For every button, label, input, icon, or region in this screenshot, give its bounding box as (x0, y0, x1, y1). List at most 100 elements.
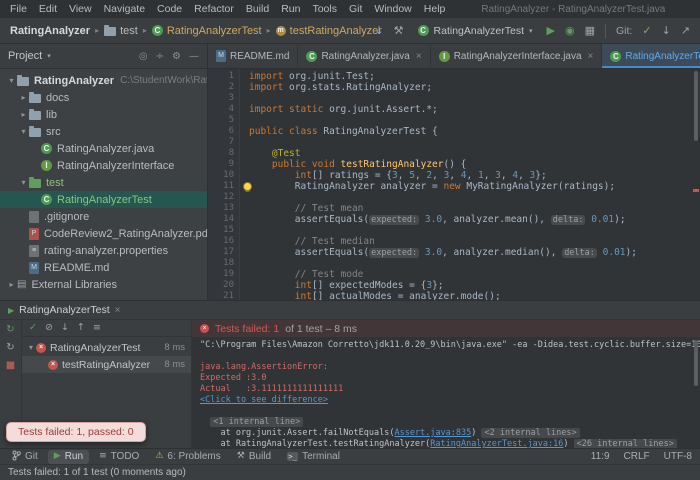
toolwindow-button-git[interactable]: Git (6, 450, 44, 464)
menu-git[interactable]: Git (343, 3, 368, 15)
show-ignored-icon[interactable]: ⊘ (45, 323, 53, 333)
editor-tab-ratinganalyzertest-java[interactable]: CRatingAnalyzerTest.java× (602, 44, 700, 68)
toolwindow-button-build[interactable]: ⚒ Build (231, 450, 277, 464)
run-icon: ▶ (53, 451, 61, 461)
chevron-down-icon[interactable]: ▾ (6, 76, 17, 85)
project-tree-item-gitignore[interactable]: .gitignore (0, 208, 207, 225)
menu-file[interactable]: File (4, 3, 33, 15)
test-result-testratinganalyzer[interactable]: × testRatingAnalyzer 8 ms (22, 356, 191, 373)
hide-panel-icon[interactable]: — (189, 51, 199, 62)
folded-lines-chip[interactable]: <26 internal lines> (573, 439, 677, 448)
console-link[interactable]: <Click to see difference> (200, 395, 328, 405)
intention-bulb-icon[interactable] (243, 182, 252, 191)
breadcrumb-testratinganalyzer[interactable]: m testRatingAnalyzer (275, 25, 382, 37)
folded-lines-chip[interactable]: <1 internal line> (210, 417, 304, 427)
tree-item-path: C:\StudentWork\RatingAnalyzer (120, 75, 207, 86)
notification-balloon[interactable]: Tests failed: 1, passed: 0 (6, 422, 146, 442)
project-tree-item-docs[interactable]: ▸ docs (0, 89, 207, 106)
chevron-down-icon[interactable]: ▾ (47, 52, 51, 60)
show-passed-icon[interactable]: ✓ (29, 323, 37, 333)
console-output[interactable]: "C:\Program Files\Amazon Corretto\jdk11.… (192, 337, 700, 448)
chevron-right-icon[interactable]: ▸ (18, 93, 29, 102)
menu-build[interactable]: Build (240, 3, 275, 15)
menu-edit[interactable]: Edit (33, 3, 63, 15)
chevron-down-icon[interactable]: ▾ (18, 127, 29, 136)
project-tree-item-lib[interactable]: ▸ lib (0, 106, 207, 123)
settings-gear-icon[interactable]: ⚙ (172, 51, 181, 62)
project-tree-item-ratinganalyzerinterface[interactable]: I RatingAnalyzerInterface (0, 157, 207, 174)
breadcrumb-test[interactable]: test (104, 24, 138, 37)
project-tree-item-test[interactable]: ▾ test (0, 174, 207, 191)
collapse-all-icon[interactable]: ÷ (156, 51, 164, 62)
menu-window[interactable]: Window (368, 3, 417, 15)
rerun-tests-icon[interactable]: ↻ (6, 325, 14, 335)
console-scrollbar[interactable] (694, 340, 698, 386)
menu-view[interactable]: View (63, 3, 98, 15)
project-tree-item-rating-analyzer-properties[interactable]: ≡ rating-analyzer.properties (0, 242, 207, 259)
stop-icon[interactable]: ■ (6, 361, 15, 371)
project-tree-item-codereview2-ratinganalyzer-pdf[interactable]: P CodeReview2_RatingAnalyzer.pdf (0, 225, 207, 242)
sort-descending-icon[interactable]: ↓ (61, 323, 69, 333)
menu-refactor[interactable]: Refactor (188, 3, 240, 15)
rerun-failed-tests-icon[interactable]: ↻ (6, 343, 14, 353)
close-icon[interactable]: × (115, 305, 121, 316)
list-view-icon[interactable]: ≡ (93, 323, 101, 333)
editor-scrollbar[interactable] (694, 71, 698, 141)
editor-code-area[interactable]: import org.junit.Test; import org.stats.R… (240, 69, 700, 300)
debug-button[interactable]: ◉ (565, 25, 575, 36)
git-commit-icon[interactable]: ✓ (642, 25, 651, 36)
project-tree-item-readme-md[interactable]: M README.md (0, 259, 207, 276)
menu-tools[interactable]: Tools (306, 3, 343, 15)
coverage-button[interactable]: ▦ (585, 25, 595, 36)
console-link[interactable]: Assert.java:835 (394, 428, 471, 438)
menu-navigate[interactable]: Navigate (98, 3, 151, 15)
toolwindow-button-todo[interactable]: ≡ TODO (93, 450, 145, 464)
git-update-icon[interactable]: ↓ (662, 25, 671, 36)
run-tab-label[interactable]: RatingAnalyzerTest (19, 304, 109, 316)
breadcrumb-ratinganalyzertest[interactable]: C RatingAnalyzerTest (151, 25, 262, 37)
editor-tab-ratinganalyzer-java[interactable]: C RatingAnalyzer.java × (298, 44, 431, 68)
chevron-right-icon[interactable]: ▸ (6, 280, 17, 289)
locate-file-icon[interactable]: ◎ (139, 51, 148, 62)
project-tree-item-src[interactable]: ▾ src (0, 123, 207, 140)
breadcrumb-ratinganalyzer[interactable]: RatingAnalyzer (10, 25, 90, 37)
chevron-down-icon[interactable]: ▾ (26, 343, 36, 352)
line-separator[interactable]: CRLF (624, 451, 650, 462)
code-token: ); (625, 247, 637, 258)
build-hammer-icon[interactable]: ⚒ (394, 25, 404, 36)
menu-help[interactable]: Help (418, 3, 452, 15)
test-failed-icon: × (36, 342, 46, 353)
error-stripe-mark[interactable] (693, 189, 699, 192)
console-link[interactable]: RatingAnalyzerTest.java:16 (430, 439, 563, 448)
editor-tab-readme-md[interactable]: M README.md (208, 44, 299, 68)
caret-position[interactable]: 11:9 (591, 451, 610, 462)
toolwindow-button-terminal[interactable]: >_ Terminal (281, 450, 346, 464)
tab-close-icon[interactable]: × (416, 51, 422, 62)
test-result-ratinganalyzertest[interactable]: ▾ × RatingAnalyzerTest 8 ms (22, 339, 191, 356)
chevron-right-icon[interactable]: ▸ (18, 110, 29, 119)
folded-lines-chip[interactable]: <2 internal lines> (481, 428, 580, 438)
project-tree-item-ratinganalyzer-java[interactable]: C RatingAnalyzer.java (0, 140, 207, 157)
tool-window-stripe: Git ▶ Run ≡ TODO ⚠ 6: Problems ⚒ Build >_ Terminal… (0, 448, 700, 464)
update-project-icon[interactable]: ↓ (374, 25, 383, 36)
project-tree-item-external-libraries[interactable]: ▸ ▤ External Libraries (0, 276, 207, 293)
run-button[interactable]: ▶ (547, 25, 555, 36)
project-header-label[interactable]: Project (8, 50, 42, 62)
project-tree-item-ratinganalyzer[interactable]: ▾ RatingAnalyzer C:\StudentWork\RatingAnal… (0, 72, 207, 89)
git-push-icon[interactable]: ↗ (681, 25, 690, 36)
run-configuration-select[interactable]: C RatingAnalyzerTest ▾ (414, 24, 537, 38)
file-encoding[interactable]: UTF-8 (664, 451, 692, 462)
toolwindow-button-run[interactable]: ▶ Run (47, 449, 90, 464)
project-tree-item-ratinganalyzertest[interactable]: C RatingAnalyzerTest (0, 191, 207, 208)
menu-code[interactable]: Code (151, 3, 188, 15)
chevron-down-icon[interactable]: ▾ (18, 178, 29, 187)
editor-tab-ratinganalyzerinterface-java[interactable]: I RatingAnalyzerInterface.java × (431, 44, 603, 68)
tab-close-icon[interactable]: × (588, 51, 594, 62)
menu-run[interactable]: Run (275, 3, 306, 15)
sort-ascending-icon[interactable]: ↑ (77, 323, 85, 333)
code-editor[interactable]: 1 2 3 4 5 6 7 8 9 10 11 12 13 14 15 16 17 18 19 20 21 import… (208, 69, 700, 301)
toolwindow-button-6-problems[interactable]: ⚠ 6: Problems (149, 450, 226, 464)
